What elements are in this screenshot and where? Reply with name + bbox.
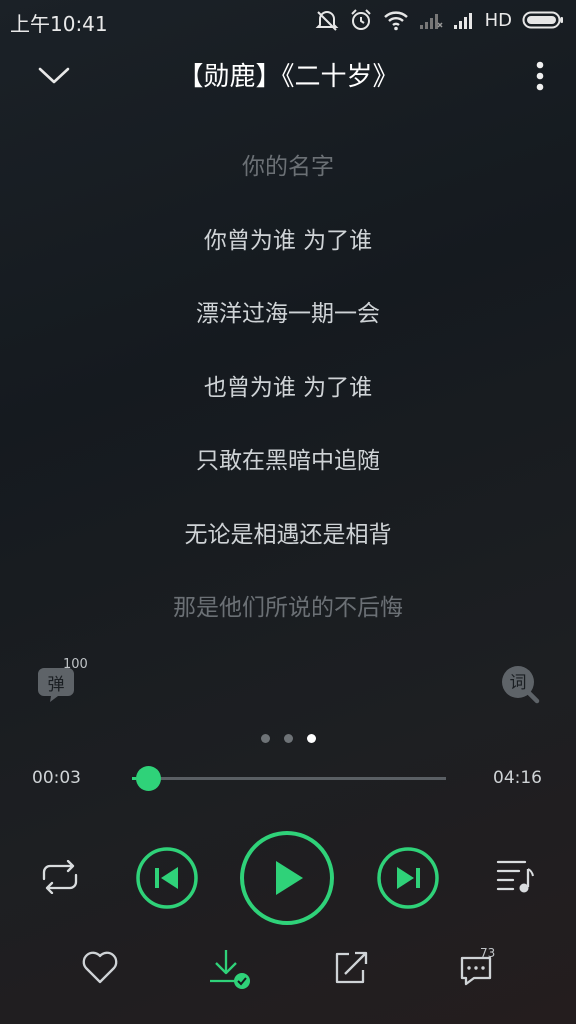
- chevron-down-icon[interactable]: [34, 58, 74, 94]
- playlist-icon[interactable]: [495, 857, 535, 895]
- page-dot[interactable]: [260, 734, 270, 743]
- status-icons: HD: [315, 6, 564, 34]
- previous-button[interactable]: [135, 846, 199, 910]
- next-button[interactable]: [376, 846, 440, 910]
- lyric-line: 无论是相遇还是相背: [184, 521, 392, 548]
- share-icon[interactable]: [331, 946, 371, 990]
- lyric-line: 那是他们所说的不后悔: [173, 595, 403, 621]
- download-icon[interactable]: [206, 946, 252, 990]
- status-time: 上午10:41: [10, 12, 108, 36]
- progress-thumb[interactable]: [135, 766, 161, 791]
- lyric-line: 你的名字: [242, 154, 334, 180]
- signal-icon: [453, 13, 472, 29]
- play-button[interactable]: [238, 829, 336, 927]
- total-time: 04:16: [493, 768, 542, 788]
- playback-controls: [0, 826, 576, 926]
- lyric-line: 也曾为谁 为了谁: [203, 374, 373, 401]
- page-dot[interactable]: [283, 734, 293, 743]
- lyrics-label: 词: [510, 673, 527, 693]
- signal-icon: [419, 14, 443, 29]
- danmu-count-badge: 100: [63, 657, 88, 672]
- status-bar: 上午10:41 HD: [0, 0, 576, 40]
- song-title: 【勋鹿】《二十岁》: [177, 62, 399, 92]
- lyrics-search-button[interactable]: 词: [500, 664, 540, 704]
- lyric-line: 你曾为谁 为了谁: [203, 227, 373, 254]
- lyric-line: 只敢在黑暗中追随: [196, 448, 380, 474]
- danmu-label: 弹: [48, 675, 65, 695]
- lyrics-panel[interactable]: 你的名字 你曾为谁 为了谁 漂洋过海一期一会 也曾为谁 为了谁 只敢在黑暗中追随…: [0, 140, 576, 655]
- battery-icon: [522, 11, 563, 29]
- alarm-icon: [350, 9, 371, 30]
- wifi-icon: [383, 11, 408, 31]
- progress-track[interactable]: [132, 777, 446, 780]
- mute-icon: [315, 11, 339, 31]
- page-indicator: [0, 734, 576, 743]
- player-header: 【勋鹿】《二十岁》: [0, 50, 576, 100]
- current-time: 00:03: [32, 768, 81, 788]
- heart-icon[interactable]: [80, 946, 120, 990]
- repeat-icon[interactable]: [38, 860, 82, 894]
- page-dot-active[interactable]: [306, 734, 316, 743]
- network-type: HD: [484, 9, 512, 31]
- more-vertical-icon[interactable]: [528, 56, 552, 96]
- comment-count-badge: 73: [480, 946, 496, 960]
- lyric-line: 漂洋过海一期一会: [196, 301, 380, 327]
- playback-progress: 00:03 04:16: [0, 766, 576, 792]
